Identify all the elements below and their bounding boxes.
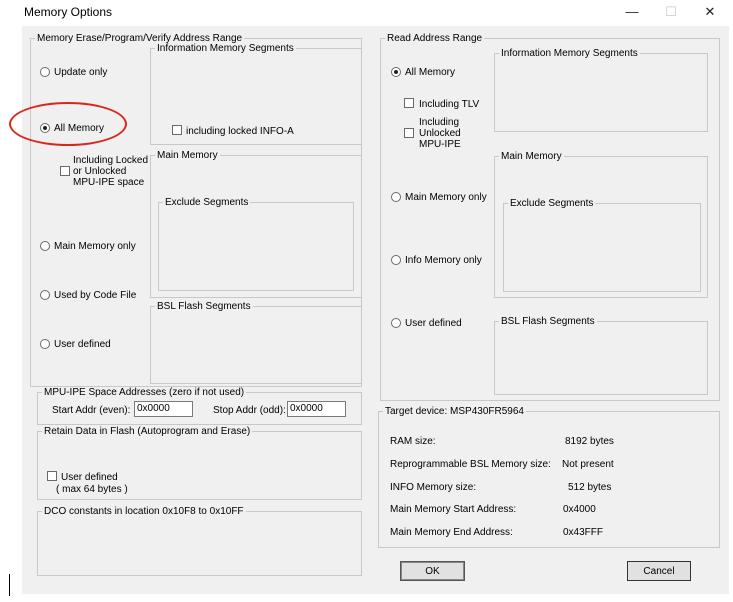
erase-main-memory-only-label[interactable]: Main Memory only xyxy=(54,241,136,252)
including-locked-info-a-checkbox[interactable] xyxy=(172,125,182,135)
ok-button[interactable]: OK xyxy=(400,561,465,581)
read-including-tlv-label[interactable]: Including TLV xyxy=(419,99,479,110)
bsl-size-label: Reprogrammable BSL Memory size: xyxy=(390,459,551,470)
erase-bsl-flash-title: BSL Flash Segments xyxy=(157,301,251,312)
start-addr-label: Start Addr (even): xyxy=(52,405,131,416)
window-title: Memory Options xyxy=(24,5,113,19)
cancel-button[interactable]: Cancel xyxy=(627,561,691,581)
read-info-segments-group: Information Memory Segments xyxy=(494,48,708,132)
target-device-title: Target device: MSP430FR5964 xyxy=(385,406,524,417)
retain-max-note: ( max 64 bytes ) xyxy=(56,484,128,495)
read-including-mpu-label[interactable]: Including Unlocked MPU-IPE xyxy=(419,117,479,150)
dco-constants-group: DCO constants in location 0x10F8 to 0x10… xyxy=(37,506,362,576)
including-locked-info-a-label[interactable]: including locked INFO-A xyxy=(186,126,294,137)
minimize-icon[interactable]: — xyxy=(618,3,646,21)
ram-size-value: 8192 bytes xyxy=(565,436,614,447)
title-bar: Memory Options — ☐ ✕ xyxy=(0,0,733,26)
maximize-icon: ☐ xyxy=(665,4,677,19)
read-info-memory-only-label[interactable]: Info Memory only xyxy=(405,255,482,266)
ram-size-label: RAM size: xyxy=(390,436,436,447)
retain-user-defined-label[interactable]: User defined xyxy=(61,472,118,483)
dco-constants-title: DCO constants in location 0x10F8 to 0x10… xyxy=(44,506,244,517)
erase-update-only-radio[interactable] xyxy=(40,67,50,77)
erase-main-memory-title: Main Memory xyxy=(157,150,218,161)
erase-main-memory-only-radio[interactable] xyxy=(40,241,50,251)
read-bsl-flash-group: BSL Flash Segments xyxy=(494,316,708,395)
read-exclude-segments-group: Exclude Segments xyxy=(503,198,701,292)
main-start-value: 0x4000 xyxy=(563,504,596,515)
read-user-defined-label[interactable]: User defined xyxy=(405,318,462,329)
retain-user-defined-checkbox[interactable] xyxy=(47,471,57,481)
read-all-memory-radio[interactable] xyxy=(391,67,401,77)
retain-data-title: Retain Data in Flash (Autoprogram and Er… xyxy=(44,426,251,437)
stop-addr-label: Stop Addr (odd): xyxy=(213,405,286,416)
erase-including-locked-mpu-label[interactable]: Including Locked or Unlocked MPU-IPE spa… xyxy=(73,155,149,188)
text-cursor xyxy=(9,574,10,596)
erase-user-defined-radio[interactable] xyxy=(40,339,50,349)
read-info-memory-only-radio[interactable] xyxy=(391,255,401,265)
read-main-memory-only-label[interactable]: Main Memory only xyxy=(405,192,487,203)
read-exclude-segments-title: Exclude Segments xyxy=(510,198,594,209)
stop-addr-input[interactable]: 0x0000 xyxy=(287,401,346,417)
info-size-label: INFO Memory size: xyxy=(390,482,477,493)
read-including-tlv-checkbox[interactable] xyxy=(404,98,414,108)
read-main-memory-title: Main Memory xyxy=(501,151,562,162)
mpu-ipe-address-title: MPU-IPE Space Addresses (zero if not use… xyxy=(44,387,245,398)
main-end-label: Main Memory End Address: xyxy=(390,527,513,538)
erase-all-memory-label[interactable]: All Memory xyxy=(54,123,104,134)
erase-bsl-flash-group: BSL Flash Segments xyxy=(150,301,362,384)
erase-used-by-code-file-radio[interactable] xyxy=(40,290,50,300)
erase-update-only-label[interactable]: Update only xyxy=(54,67,107,78)
read-range-title: Read Address Range xyxy=(387,33,483,44)
dialog-client-area: Memory Erase/Program/Verify Address Rang… xyxy=(22,26,729,594)
read-main-memory-only-radio[interactable] xyxy=(391,192,401,202)
erase-all-memory-radio[interactable] xyxy=(40,123,50,133)
read-user-defined-radio[interactable] xyxy=(391,318,401,328)
read-bsl-flash-title: BSL Flash Segments xyxy=(501,316,595,327)
main-end-value: 0x43FFF xyxy=(563,527,604,538)
erase-exclude-segments-group: Exclude Segments xyxy=(158,197,354,291)
erase-used-by-code-file-label[interactable]: Used by Code File xyxy=(54,290,136,301)
read-including-mpu-checkbox[interactable] xyxy=(404,128,414,138)
read-info-segments-title: Information Memory Segments xyxy=(501,48,638,59)
erase-exclude-segments-title: Exclude Segments xyxy=(165,197,249,208)
main-start-label: Main Memory Start Address: xyxy=(390,504,517,515)
erase-including-locked-mpu-checkbox[interactable] xyxy=(60,166,70,176)
erase-user-defined-label[interactable]: User defined xyxy=(54,339,111,350)
erase-info-segments-title: Information Memory Segments xyxy=(157,43,294,54)
start-addr-input[interactable]: 0x0000 xyxy=(134,401,193,417)
close-icon[interactable]: ✕ xyxy=(696,3,724,21)
bsl-size-value: Not present xyxy=(562,459,614,470)
info-size-value: 512 bytes xyxy=(568,482,612,493)
read-all-memory-label[interactable]: All Memory xyxy=(405,67,455,78)
